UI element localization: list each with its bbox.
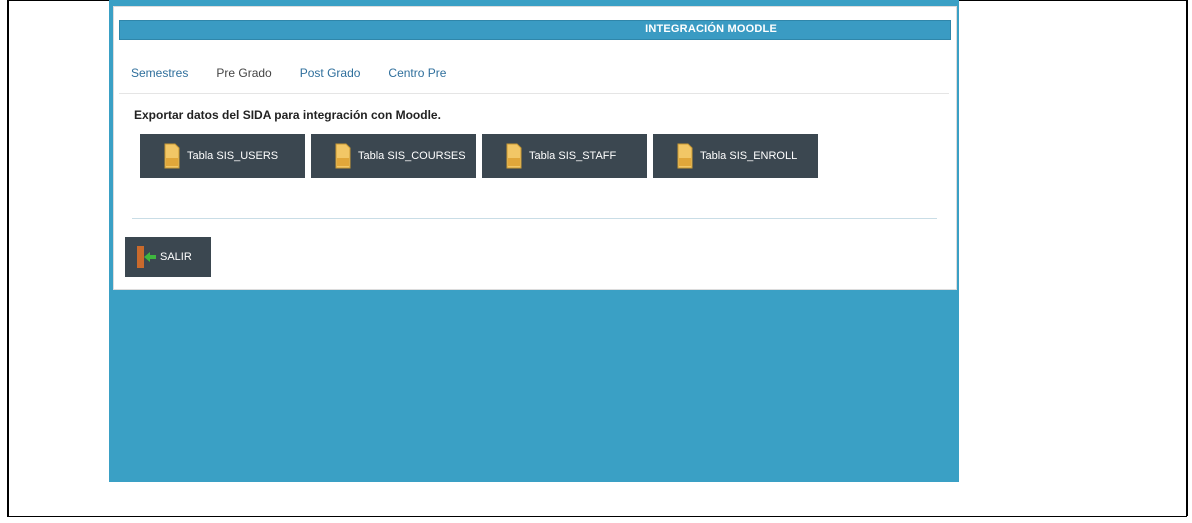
export-sis-staff-label: Tabla SIS_STAFF [529, 150, 617, 162]
document-border-right [1187, 0, 1188, 516]
tabs-divider [119, 93, 949, 94]
file-icon [164, 143, 180, 169]
exit-door-icon [137, 246, 156, 268]
export-sis-staff-button[interactable]: Tabla SIS_STAFF [482, 134, 647, 178]
export-sis-enroll-button[interactable]: Tabla SIS_ENROLL [653, 134, 818, 178]
tab-bar: Semestres Pre Grado Post Grado Centro Pr… [119, 59, 462, 89]
panel-header: INTEGRACIÓN MOODLE [119, 20, 951, 40]
exit-label: SALIR [160, 251, 192, 263]
export-button-group: Tabla SIS_USERS Tabla SIS_COURSES Tabla … [140, 134, 818, 178]
export-sis-enroll-label: Tabla SIS_ENROLL [700, 150, 798, 162]
integration-panel: INTEGRACIÓN MOODLE Semestres Pre Grado P… [113, 6, 957, 290]
tab-centro-pre[interactable]: Centro Pre [376, 59, 458, 87]
export-sis-courses-label: Tabla SIS_COURSES [358, 150, 466, 162]
document-border-left [8, 0, 9, 516]
exit-button[interactable]: SALIR [125, 237, 211, 277]
tab-pre-grado[interactable]: Pre Grado [204, 59, 284, 88]
section-divider [132, 218, 937, 219]
tab-post-grado[interactable]: Post Grado [288, 59, 373, 87]
export-sis-users-label: Tabla SIS_USERS [187, 150, 279, 162]
export-sis-courses-button[interactable]: Tabla SIS_COURSES [311, 134, 476, 178]
file-icon [677, 143, 693, 169]
export-description: Exportar datos del SIDA para integración… [134, 108, 441, 122]
file-icon [335, 143, 351, 169]
tab-semestres[interactable]: Semestres [119, 59, 200, 87]
file-icon [506, 143, 522, 169]
export-sis-users-button[interactable]: Tabla SIS_USERS [140, 134, 305, 178]
panel-title: INTEGRACIÓN MOODLE [645, 23, 777, 35]
